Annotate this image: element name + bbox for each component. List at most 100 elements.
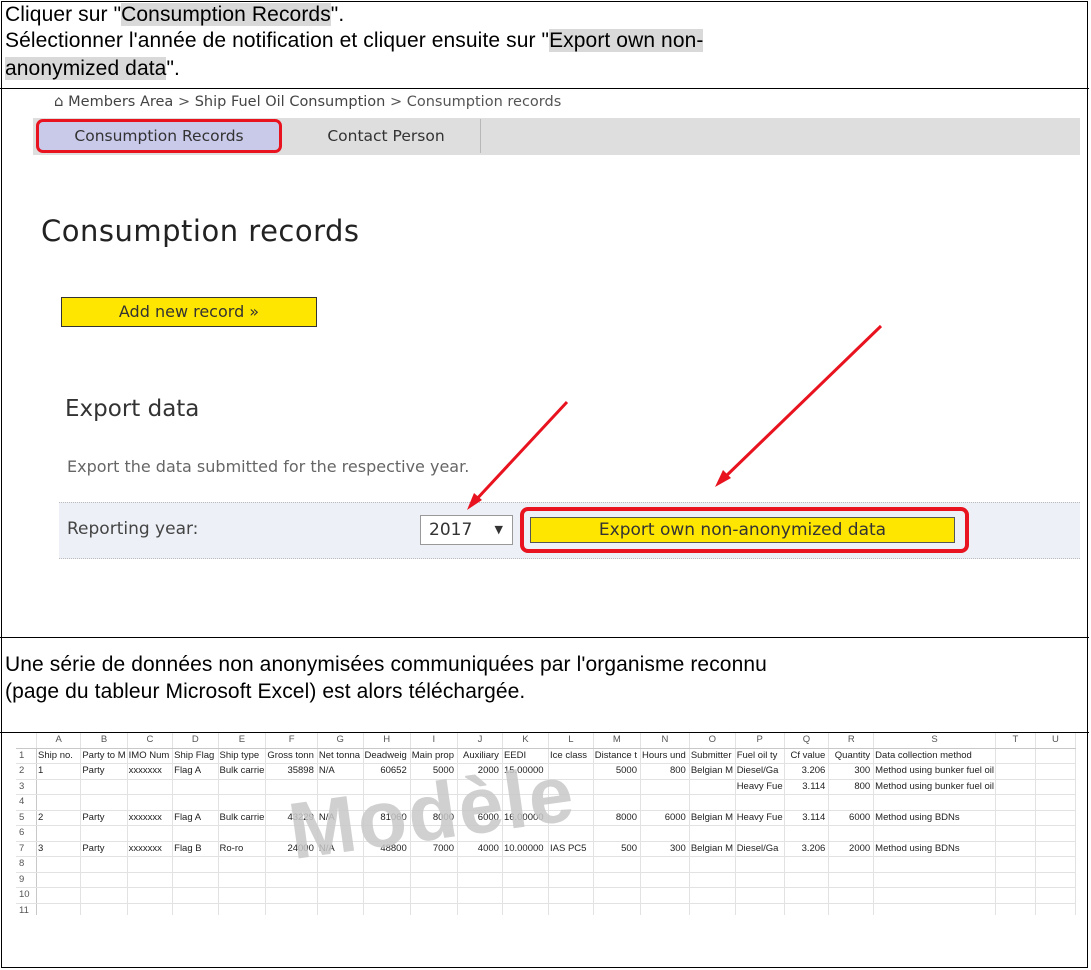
excel-cell[interactable] <box>995 856 1036 873</box>
excel-cell[interactable]: 800 <box>640 763 690 780</box>
excel-cell[interactable]: Cf value <box>784 748 830 764</box>
excel-cell[interactable] <box>363 887 411 904</box>
excel-cell[interactable]: Flag A <box>172 763 219 780</box>
excel-column-header[interactable]: J <box>457 733 503 749</box>
excel-cell[interactable]: 1 <box>36 763 82 780</box>
excel-cell[interactable] <box>1035 748 1076 764</box>
excel-cell[interactable] <box>784 872 830 888</box>
excel-column-header[interactable]: P <box>735 733 785 749</box>
excel-cell[interactable]: 2 <box>36 810 82 826</box>
excel-cell[interactable] <box>593 794 642 811</box>
excel-column-header[interactable]: T <box>995 733 1036 749</box>
excel-cell[interactable] <box>36 825 82 842</box>
excel-column-header[interactable]: M <box>593 733 642 749</box>
excel-cell[interactable]: Ship Flag <box>172 748 219 764</box>
excel-row-header[interactable]: 5 <box>16 810 38 826</box>
excel-cell[interactable]: Heavy Fue <box>735 779 785 795</box>
excel-row-header[interactable]: 8 <box>16 856 38 873</box>
excel-cell[interactable] <box>127 903 174 915</box>
excel-column-header[interactable]: R <box>828 733 875 749</box>
excel-column-header[interactable]: N <box>640 733 690 749</box>
excel-cell[interactable] <box>1035 841 1076 857</box>
excel-cell[interactable] <box>873 872 996 888</box>
excel-cell[interactable] <box>593 825 642 842</box>
excel-cell[interactable]: Diesel/Ga <box>735 763 785 780</box>
excel-column-header[interactable]: G <box>317 733 364 749</box>
excel-cell[interactable] <box>735 825 785 842</box>
excel-cell[interactable] <box>218 887 267 904</box>
excel-cell[interactable]: Belgian M <box>689 810 736 826</box>
excel-cell[interactable] <box>457 903 503 915</box>
excel-cell[interactable] <box>873 887 996 904</box>
excel-column-header[interactable]: O <box>689 733 736 749</box>
excel-cell[interactable] <box>593 856 642 873</box>
excel-cell[interactable]: 5000 <box>593 763 642 780</box>
excel-cell[interactable]: xxxxxxx <box>127 763 174 780</box>
excel-cell[interactable] <box>457 872 503 888</box>
excel-cell[interactable] <box>995 748 1036 764</box>
excel-cell[interactable] <box>127 887 174 904</box>
excel-column-header[interactable]: U <box>1035 733 1076 749</box>
excel-cell[interactable] <box>457 856 503 873</box>
excel-cell[interactable] <box>784 887 830 904</box>
excel-cell[interactable] <box>363 872 411 888</box>
excel-cell[interactable]: 3.114 <box>784 779 830 795</box>
excel-cell[interactable] <box>80 872 128 888</box>
excel-cell[interactable] <box>548 872 594 888</box>
excel-cell[interactable]: 3 <box>36 841 82 857</box>
excel-cell[interactable] <box>735 903 785 915</box>
excel-cell[interactable]: 6000 <box>828 810 875 826</box>
excel-cell[interactable] <box>502 856 550 873</box>
excel-cell[interactable]: Flag A <box>172 810 219 826</box>
excel-row-header[interactable]: 9 <box>16 872 38 888</box>
excel-row-header[interactable]: 6 <box>16 825 38 842</box>
excel-cell[interactable] <box>593 887 642 904</box>
excel-cell[interactable] <box>172 903 219 915</box>
excel-cell[interactable]: IAS PC5 <box>548 841 594 857</box>
excel-cell[interactable] <box>689 779 736 795</box>
excel-cell[interactable] <box>995 841 1036 857</box>
excel-cell[interactable] <box>995 794 1036 811</box>
excel-cell[interactable] <box>735 794 785 811</box>
excel-cell[interactable] <box>873 903 996 915</box>
excel-cell[interactable] <box>36 794 82 811</box>
excel-cell[interactable] <box>640 779 690 795</box>
excel-column-header[interactable]: E <box>218 733 267 749</box>
excel-cell[interactable]: Bulk carrie <box>218 763 267 780</box>
excel-cell[interactable]: Submitter <box>689 748 736 764</box>
excel-cell[interactable] <box>36 872 82 888</box>
excel-cell[interactable] <box>995 825 1036 842</box>
excel-cell[interactable]: Deadweig <box>363 748 411 764</box>
excel-cell[interactable] <box>172 887 219 904</box>
excel-cell[interactable]: 3.206 <box>784 841 830 857</box>
excel-column-header[interactable]: C <box>127 733 174 749</box>
excel-cell[interactable]: 300 <box>640 841 690 857</box>
excel-column-header[interactable]: S <box>873 733 996 749</box>
excel-cell[interactable] <box>80 825 128 842</box>
excel-cell[interactable] <box>784 903 830 915</box>
excel-cell[interactable] <box>1035 779 1076 795</box>
excel-cell[interactable]: Method using bunker fuel oil <box>873 779 996 795</box>
excel-cell[interactable] <box>873 794 996 811</box>
excel-cell[interactable]: Hours und <box>640 748 690 764</box>
excel-cell[interactable] <box>172 872 219 888</box>
excel-cell[interactable] <box>80 903 128 915</box>
excel-cell[interactable] <box>995 779 1036 795</box>
excel-cell[interactable]: Method using BDNs <box>873 810 996 826</box>
excel-cell[interactable] <box>640 825 690 842</box>
excel-cell[interactable] <box>218 872 267 888</box>
excel-cell[interactable]: Fuel oil ty <box>735 748 785 764</box>
excel-cell[interactable] <box>689 825 736 842</box>
excel-cell[interactable] <box>127 779 174 795</box>
excel-cell[interactable] <box>1035 810 1076 826</box>
excel-cell[interactable] <box>873 856 996 873</box>
excel-column-header[interactable]: L <box>548 733 594 749</box>
excel-cell[interactable] <box>784 856 830 873</box>
excel-row-header[interactable]: 3 <box>16 779 38 795</box>
excel-cell[interactable] <box>784 794 830 811</box>
excel-column-header[interactable]: Q <box>784 733 830 749</box>
excel-cell[interactable] <box>218 825 267 842</box>
excel-cell[interactable] <box>548 903 594 915</box>
excel-cell[interactable] <box>317 872 364 888</box>
excel-cell[interactable] <box>502 872 550 888</box>
